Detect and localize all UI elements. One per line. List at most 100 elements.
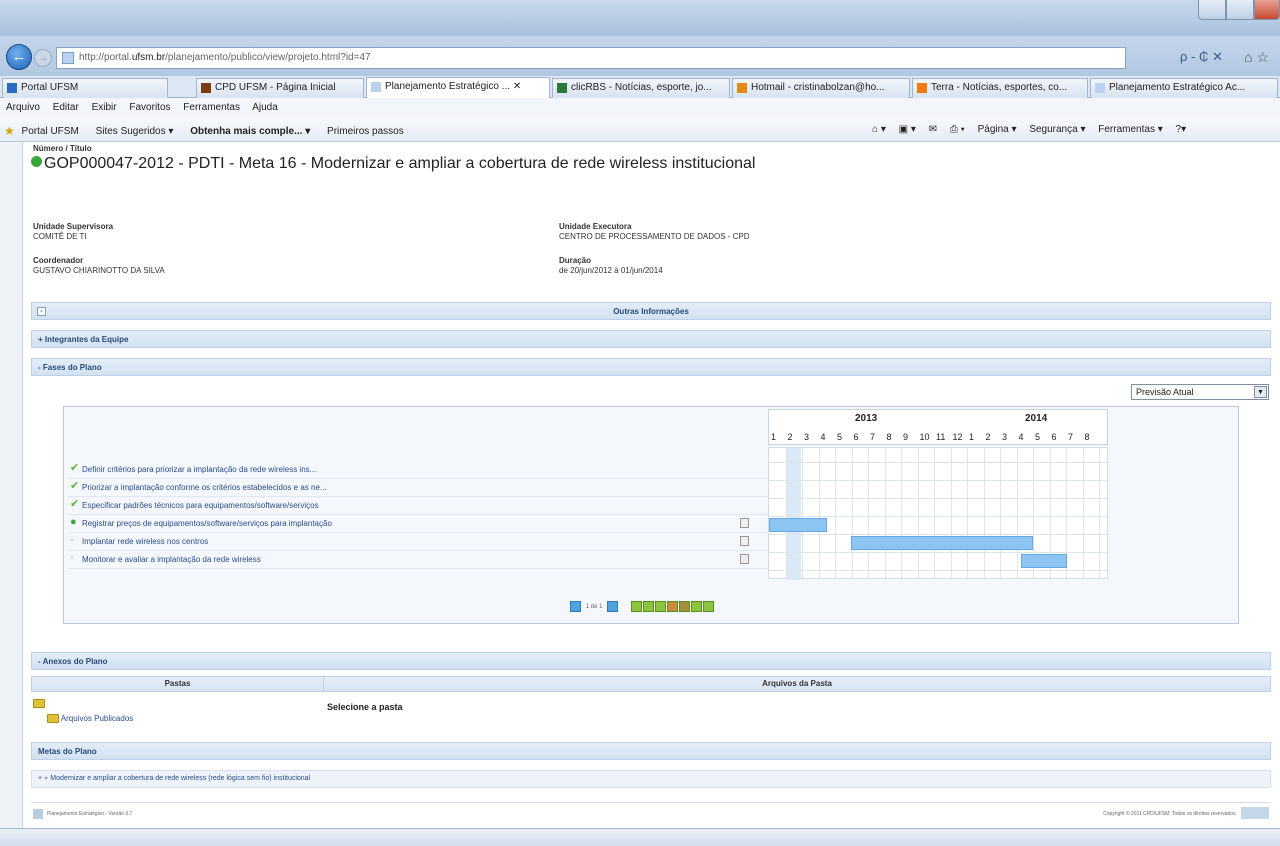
menu-exibir[interactable]: Exibir [92, 102, 117, 113]
tab-planejamento-active[interactable]: Planejamento Estratégico ... ✕ [366, 77, 550, 99]
grid-line [1099, 448, 1100, 580]
chevron-down-icon[interactable]: ▼ [1254, 386, 1267, 398]
collapse-icon[interactable]: - [38, 657, 41, 666]
zoom-level-4[interactable] [666, 601, 678, 612]
close-button[interactable] [1254, 0, 1280, 20]
tab-terra[interactable]: Terra - Notícias, esportes, co... [912, 78, 1088, 98]
task-label[interactable]: Definir critérios para priorizar a impla… [82, 465, 316, 474]
anexos-plano-bar[interactable]: - Anexos do Plano [31, 652, 1271, 670]
back-icon[interactable]: ← [6, 44, 32, 70]
tab-planejamento-2[interactable]: Planejamento Estratégico Ac... [1090, 78, 1278, 98]
print-icon[interactable]: ⎙ ▾ [950, 124, 965, 135]
previsao-select[interactable]: Previsão Atual ▼ [1131, 384, 1269, 400]
grid-line [1000, 448, 1001, 580]
home-icon[interactable]: ⌂ ☆ [1244, 49, 1269, 66]
grid-line [802, 448, 803, 580]
folder-root-icon[interactable] [33, 698, 45, 709]
task-label[interactable]: Registrar preços de equipamentos/softwar… [82, 519, 332, 528]
section-title: Integrantes da Equipe [44, 335, 129, 344]
task-row[interactable]: ✔ Especificar padrões técnicos para equip… [68, 497, 768, 515]
zoom-level-2[interactable] [642, 601, 654, 612]
integrantes-equipe-bar[interactable]: + Integrantes da Equipe [31, 330, 1271, 348]
zoom-level-7[interactable] [702, 601, 714, 612]
grid-line [769, 480, 1109, 481]
task-label[interactable]: Monitorar e avaliar a implantação da red… [82, 555, 261, 564]
tab-portal-ufsm[interactable]: Portal UFSM [2, 78, 168, 98]
year-2013: 2013 [855, 413, 878, 424]
next-page-icon[interactable] [607, 601, 619, 612]
task-row[interactable]: ▫ Implantar rede wireless nos centros [68, 533, 768, 551]
month-label: 2 [985, 432, 991, 442]
fav-obtenha-mais[interactable]: Obtenha mais comple... ▾ [190, 126, 310, 137]
task-label[interactable]: Priorizar a implantação conforme os crit… [82, 483, 327, 492]
folder-arquivos-publicados[interactable]: Arquivos Publicados [47, 714, 134, 724]
page-favicon-icon [62, 52, 74, 64]
zoom-level-1[interactable] [630, 601, 642, 612]
task-row[interactable]: ▫ Monitorar e avaliar a implantação da re… [68, 551, 768, 569]
zoom-level-3[interactable] [654, 601, 666, 612]
help-icon[interactable]: ?▾ [1176, 124, 1187, 135]
tab-clicrbs[interactable]: clicRBS - Notícias, esporte, jo... [552, 78, 730, 98]
month-label: 4 [820, 432, 826, 442]
fases-plano-bar[interactable]: - Fases do Plano [31, 358, 1271, 376]
address-tools[interactable]: ρ - ₵ ✕ [1180, 49, 1223, 65]
fav-primeiros-passos[interactable]: Primeiros passos [327, 126, 404, 137]
zoom-level-5[interactable] [678, 601, 690, 612]
calendar-icon[interactable] [740, 554, 749, 564]
menu-ajuda[interactable]: Ajuda [252, 102, 278, 113]
menu-favoritos[interactable]: Favoritos [129, 102, 170, 113]
grid-line [769, 462, 1109, 463]
task-row[interactable]: ● Registrar preços de equipamentos/softwa… [68, 515, 768, 533]
cmd-seguranca[interactable]: Segurança ▾ [1029, 124, 1085, 135]
ufsm-icon [7, 83, 17, 93]
zoom-level-6[interactable] [690, 601, 702, 612]
expand-icon[interactable]: + [38, 775, 42, 782]
month-label: 3 [804, 432, 810, 442]
calendar-icon[interactable] [740, 518, 749, 528]
task-row[interactable]: ✔ Definir critérios para priorizar a impl… [68, 461, 768, 479]
tab-label: Portal UFSM [21, 82, 79, 93]
expand-icon[interactable]: + [38, 335, 43, 344]
calendar-icon[interactable] [740, 536, 749, 546]
grid-line [901, 448, 902, 580]
meta-row[interactable]: + ● Modernizar e ampliar a cobertura de … [31, 770, 1271, 788]
month-label: 8 [1084, 432, 1090, 442]
menu-arquivo[interactable]: Arquivo [6, 102, 40, 113]
outras-informacoes-bar[interactable]: - Outras Informações [31, 302, 1271, 320]
collapse-icon[interactable]: - [37, 307, 46, 316]
select-value: Previsão Atual [1136, 387, 1194, 397]
fav-portal-ufsm[interactable]: Portal UFSM [22, 126, 79, 137]
address-input[interactable]: http://portal.ufsm.br/planejamento/publi… [56, 47, 1126, 69]
task-bar[interactable] [769, 518, 827, 532]
app-logo-icon [33, 809, 43, 819]
home-cmd-icon[interactable]: ⌂ ▾ [872, 124, 886, 135]
menu-editar[interactable]: Editar [53, 102, 79, 113]
metas-plano-bar[interactable]: Metas do Plano [31, 742, 1271, 760]
minimize-button[interactable] [1198, 0, 1226, 20]
task-bar[interactable] [1021, 554, 1067, 568]
task-label[interactable]: Especificar padrões técnicos para equipa… [82, 501, 319, 510]
tab-hotmail[interactable]: Hotmail - cristinabolzan@ho... [732, 78, 910, 98]
cmd-pagina[interactable]: Página ▾ [978, 124, 1017, 135]
month-label: 5 [837, 432, 843, 442]
task-label[interactable]: Implantar rede wireless nos centros [82, 537, 208, 546]
forward-icon[interactable]: → [34, 49, 52, 67]
favorites-star-icon[interactable]: ★ [4, 124, 15, 138]
collapse-icon[interactable]: - [38, 363, 41, 372]
checkmark-icon: ✔ [70, 480, 80, 492]
mail-icon[interactable]: ✉ [929, 124, 937, 135]
pending-icon: ▫ [70, 534, 74, 546]
field-duracao: Duração de 20/jun/2012 à 01/jun/2014 [559, 256, 663, 276]
folder-label: Arquivos Publicados [60, 714, 134, 723]
prev-page-icon[interactable] [570, 601, 581, 612]
maximize-button[interactable] [1226, 0, 1254, 20]
cmd-ferramentas[interactable]: Ferramentas ▾ [1098, 124, 1162, 135]
hotmail-icon [737, 83, 747, 93]
tab-cpd[interactable]: CPD UFSM - Página Inicial [196, 78, 364, 98]
feeds-icon[interactable]: ▣ ▾ [899, 124, 916, 135]
menu-ferramentas[interactable]: Ferramentas [183, 102, 240, 113]
fav-sites-sugeridos[interactable]: Sites Sugeridos ▾ [96, 126, 174, 137]
page-content: Número / Título GOP000047-2012 - PDTI - … [22, 142, 1280, 828]
task-bar[interactable] [851, 536, 1033, 550]
task-row[interactable]: ✔ Priorizar a implantação conforme os cri… [68, 479, 768, 497]
